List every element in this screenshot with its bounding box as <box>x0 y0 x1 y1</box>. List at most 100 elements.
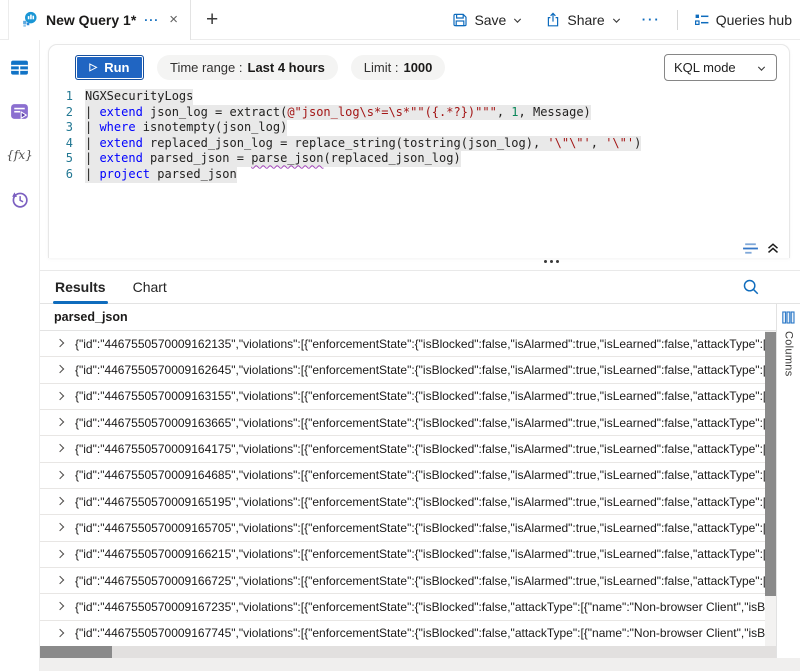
expand-row-icon[interactable] <box>56 365 64 373</box>
share-button[interactable]: Share <box>545 12 621 28</box>
editor-line[interactable]: 2| extend json_log = extract(@"json_log\… <box>49 105 789 121</box>
sidebar-item-functions[interactable]: {fx} <box>8 143 32 167</box>
collapse-editor-icon[interactable] <box>766 241 780 255</box>
line-number: 6 <box>49 167 73 183</box>
expand-row-icon[interactable] <box>56 444 64 452</box>
editor-line[interactable]: 6| project parsed_json <box>49 167 789 183</box>
run-button[interactable]: ▷ Run <box>75 55 144 80</box>
code-text: | extend replaced_json_log = replace_str… <box>85 136 641 152</box>
table-grid-icon <box>9 57 30 78</box>
query-tab-title: New Query 1* <box>46 12 136 28</box>
vertical-scrollbar-thumb[interactable] <box>765 332 776 596</box>
table-row[interactable]: {"id":"4467550570009167745","violations"… <box>40 621 765 646</box>
expand-row-icon[interactable] <box>56 602 64 610</box>
sidebar-item-scripts[interactable] <box>8 99 32 123</box>
columns-panel-label: Columns <box>783 331 795 377</box>
table-row[interactable]: {"id":"4467550570009164175","violations"… <box>40 436 765 462</box>
line-number: 3 <box>49 120 73 136</box>
expand-row-icon[interactable] <box>56 576 64 584</box>
align-results-icon[interactable] <box>742 242 759 255</box>
table-row[interactable]: {"id":"4467550570009163155","violations"… <box>40 384 765 410</box>
results-tabs: Results Chart <box>40 271 800 304</box>
horizontal-scrollbar-thumb[interactable] <box>40 646 112 658</box>
queries-hub-label: Queries hub <box>716 12 792 28</box>
line-number: 2 <box>49 105 73 121</box>
table-row[interactable]: {"id":"4467550570009165195","violations"… <box>40 489 765 515</box>
table-row[interactable]: {"id":"4467550570009166215","violations"… <box>40 542 765 568</box>
expand-row-icon[interactable] <box>56 392 64 400</box>
results-panel: Results Chart parsed_json {"id":"4467550… <box>40 270 800 658</box>
horizontal-scrollbar[interactable] <box>40 646 776 658</box>
table-row[interactable]: {"id":"4467550570009165705","violations"… <box>40 515 765 541</box>
queries-hub-button[interactable]: Queries hub <box>694 12 792 28</box>
table-row[interactable]: {"id":"4467550570009164685","violations"… <box>40 463 765 489</box>
expand-row-icon[interactable] <box>56 471 64 479</box>
limit-button[interactable]: Limit : 1000 <box>351 55 446 80</box>
sidebar-item-history[interactable] <box>8 187 32 211</box>
editor-line[interactable]: 5| extend parsed_json = parse_json(repla… <box>49 151 789 167</box>
time-range-value: Last 4 hours <box>248 60 325 75</box>
editor-line[interactable]: 3 | where isnotempty(json_log) <box>49 120 789 136</box>
tab-results[interactable]: Results <box>55 271 106 304</box>
expand-row-icon[interactable] <box>56 339 64 347</box>
column-header-parsed-json[interactable]: parsed_json <box>40 304 776 331</box>
expand-row-icon[interactable] <box>56 523 64 531</box>
share-chevron-down-icon <box>611 15 622 26</box>
row-json-value: {"id":"4467550570009166725","violations"… <box>75 574 765 588</box>
tab-chart[interactable]: Chart <box>133 271 167 304</box>
panel-resize-handle[interactable] <box>544 260 559 263</box>
vertical-scrollbar[interactable] <box>765 331 776 646</box>
columns-icon <box>782 311 795 324</box>
sidebar-item-data[interactable] <box>8 55 32 79</box>
row-json-value: {"id":"4467550570009162645","violations"… <box>75 363 765 377</box>
line-number: 4 <box>49 136 73 152</box>
more-actions-button[interactable]: ··· <box>642 12 661 27</box>
time-range-label: Time range : <box>170 60 243 75</box>
query-editor-card: ▷ Run Time range : Last 4 hours Limit : … <box>48 44 790 258</box>
expand-row-icon[interactable] <box>56 550 64 558</box>
line-number: 1 <box>49 89 73 105</box>
expand-row-icon[interactable] <box>56 629 64 637</box>
editor-footer-icons <box>742 241 780 255</box>
time-range-button[interactable]: Time range : Last 4 hours <box>157 55 338 80</box>
queries-hub-icon <box>694 12 710 28</box>
search-icon[interactable] <box>742 278 760 296</box>
tab-more-icon[interactable]: ··· <box>144 13 159 27</box>
query-workspace: New Query 1* ··· × + Save Share <box>0 0 800 671</box>
share-icon <box>545 12 561 28</box>
kql-code-editor[interactable]: 1 NGXSecurityLogs2| extend json_log = ext… <box>49 89 789 183</box>
results-table-body: {"id":"4467550570009162135","violations"… <box>40 331 765 646</box>
table-row[interactable]: {"id":"4467550570009167235","violations"… <box>40 594 765 620</box>
table-row[interactable]: {"id":"4467550570009166725","violations"… <box>40 568 765 594</box>
row-json-value: {"id":"4467550570009162135","violations"… <box>75 337 765 351</box>
save-button[interactable]: Save <box>452 12 523 28</box>
table-row[interactable]: {"id":"4467550570009162645","violations"… <box>40 357 765 383</box>
line-number: 5 <box>49 151 73 167</box>
functions-icon: {fx} <box>6 148 32 162</box>
code-text: NGXSecurityLogs <box>85 89 193 105</box>
query-toolbar: ▷ Run Time range : Last 4 hours Limit : … <box>49 45 789 81</box>
kql-mode-select[interactable]: KQL mode <box>664 54 777 81</box>
editor-line[interactable]: 1 NGXSecurityLogs <box>49 89 789 105</box>
limit-value: 1000 <box>403 60 432 75</box>
expand-row-icon[interactable] <box>56 418 64 426</box>
row-json-value: {"id":"4467550570009163155","violations"… <box>75 389 765 403</box>
editor-lines: 1 NGXSecurityLogs2| extend json_log = ext… <box>49 89 789 183</box>
code-text: | where isnotempty(json_log) <box>85 120 287 136</box>
expand-row-icon[interactable] <box>56 497 64 505</box>
share-label: Share <box>567 12 604 28</box>
editor-line[interactable]: 4 | extend replaced_json_log = replace_st… <box>49 136 789 152</box>
columns-side-panel[interactable]: Columns <box>776 304 800 658</box>
query-tab[interactable]: New Query 1* ··· × <box>8 0 191 40</box>
new-tab-button[interactable]: + <box>206 9 218 30</box>
row-json-value: {"id":"4467550570009167745","violations"… <box>75 626 765 640</box>
save-chevron-down-icon <box>512 15 523 26</box>
row-json-value: {"id":"4467550570009166215","violations"… <box>75 547 765 561</box>
bottom-strip <box>40 658 800 671</box>
row-json-value: {"id":"4467550570009164175","violations"… <box>75 442 765 456</box>
table-row[interactable]: {"id":"4467550570009163665","violations"… <box>40 410 765 436</box>
table-row[interactable]: {"id":"4467550570009162135","violations"… <box>40 331 765 357</box>
tab-close-icon[interactable]: × <box>167 12 180 27</box>
row-json-value: {"id":"4467550570009165705","violations"… <box>75 521 765 535</box>
save-label: Save <box>474 12 506 28</box>
